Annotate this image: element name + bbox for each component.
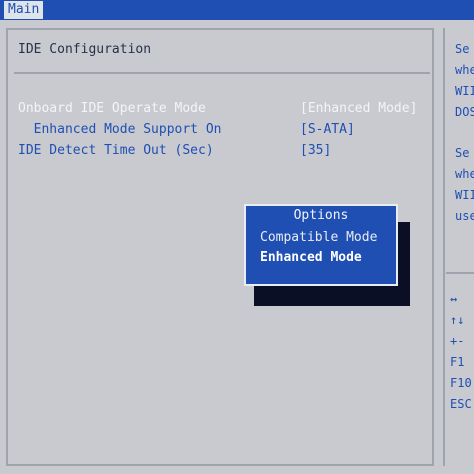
setting-value[interactable]: [Enhanced Mode] (300, 101, 417, 116)
options-popup: Options Compatible Mode Enhanced Mode (244, 204, 398, 286)
help-line: WII (455, 188, 474, 202)
setting-label: Enhanced Mode Support On (18, 122, 222, 137)
option-compatible-mode[interactable]: Compatible Mode (260, 230, 377, 245)
help-line: DOS (455, 105, 474, 119)
key-f1: F1 (450, 355, 465, 369)
help-line: Se (455, 146, 470, 160)
setting-value[interactable]: [S-ATA] (300, 122, 355, 137)
menu-bar: Main (0, 0, 474, 20)
help-line: whe (455, 167, 474, 181)
key-f10: F10 (450, 376, 472, 390)
tab-main[interactable]: Main (4, 1, 44, 19)
key-up-down: ↑↓ (450, 313, 465, 327)
help-line: WII (455, 84, 474, 98)
key-esc: ESC (450, 397, 472, 411)
option-enhanced-mode[interactable]: Enhanced Mode (260, 250, 362, 265)
popup-title: Options (293, 208, 349, 223)
key-left-right: ↔ (450, 292, 458, 306)
setting-value[interactable]: [35] (300, 143, 331, 158)
help-line: Se (455, 42, 470, 56)
help-line: use (455, 209, 474, 223)
help-divider (446, 272, 474, 274)
section-title: IDE Configuration (18, 42, 152, 57)
key-plus-minus: +- (450, 334, 465, 348)
help-line: whe (455, 63, 474, 77)
section-divider (14, 72, 430, 74)
setting-label: IDE Detect Time Out (Sec) (18, 143, 214, 158)
setting-label: Onboard IDE Operate Mode (18, 101, 206, 116)
